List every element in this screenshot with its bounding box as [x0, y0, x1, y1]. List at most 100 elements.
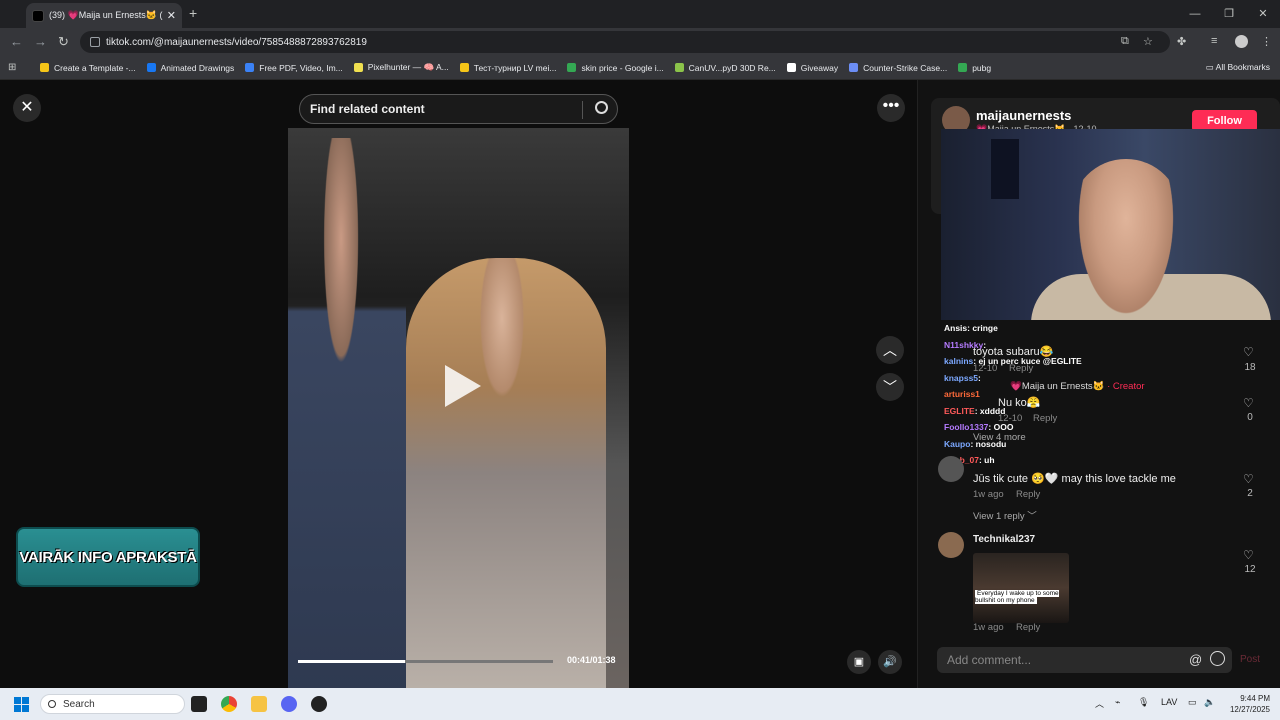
- like-count: 18: [1244, 362, 1256, 373]
- bookmark-favicon: [353, 63, 363, 72]
- close-tab-icon[interactable]: ✕: [167, 9, 176, 22]
- commenter-avatar[interactable]: [938, 532, 964, 558]
- bookmark-item[interactable]: Animated Drawings: [146, 63, 234, 73]
- bookmark-item[interactable]: Pixelhunter — 🧠 A...: [353, 62, 449, 73]
- microphone-icon[interactable]: 🎙: [1138, 697, 1149, 708]
- video-subject-left: [288, 138, 406, 688]
- commenter-name[interactable]: Technikal237: [973, 534, 1035, 545]
- more-options-icon[interactable]: •••: [877, 94, 905, 122]
- video-progress-fill: [298, 660, 406, 663]
- chrome-icon[interactable]: [221, 696, 237, 712]
- reply-reply-link[interactable]: Reply: [1033, 413, 1057, 424]
- chat-line: Ansis: cringe: [944, 323, 998, 333]
- streamer-webcam-overlay: [941, 129, 1280, 320]
- previous-video-icon[interactable]: ︿: [876, 336, 904, 364]
- comment-reply-link[interactable]: Reply: [1009, 363, 1033, 374]
- display-icon[interactable]: ▭: [1188, 697, 1197, 708]
- windows-start-icon[interactable]: [14, 697, 29, 712]
- taskbar-search-label: Search: [63, 698, 95, 710]
- comment-image[interactable]: Everyday I wake up to some bullshit on m…: [973, 553, 1069, 623]
- site-info-icon[interactable]: [90, 37, 100, 47]
- mention-icon[interactable]: @: [1189, 652, 1202, 667]
- search-icon: [48, 700, 56, 708]
- comment-date: 1w ago: [973, 622, 1004, 633]
- like-heart-icon[interactable]: ♡: [1243, 548, 1254, 562]
- obs-icon[interactable]: [311, 696, 327, 712]
- video-time: 00:41/01:38: [567, 655, 616, 665]
- bookmark-item[interactable]: pubg: [958, 63, 991, 73]
- media-icon[interactable]: ≡: [1211, 35, 1217, 47]
- extensions-icon[interactable]: ✤: [1177, 35, 1186, 48]
- view-more-replies[interactable]: View 4 more: [973, 432, 1026, 443]
- apps-grid-icon[interactable]: ⊞: [8, 62, 22, 73]
- speaker-icon[interactable]: 🔈: [1204, 697, 1215, 708]
- post-button[interactable]: Post: [1240, 654, 1260, 665]
- new-tab-icon[interactable]: +: [189, 5, 197, 21]
- bookmark-favicon: [958, 63, 968, 72]
- close-window-icon[interactable]: ✕: [1246, 0, 1280, 28]
- view-replies[interactable]: View 1 reply ﹀: [973, 508, 1037, 522]
- network-icon[interactable]: ⌁: [1115, 697, 1120, 708]
- comment-date: 1w ago: [973, 489, 1004, 500]
- menu-kebab-icon[interactable]: ⋮: [1261, 35, 1272, 48]
- address-bar[interactable]: tiktok.com/@maijaunernests/video/7585488…: [80, 31, 1170, 53]
- search-input[interactable]: Find related content: [299, 94, 618, 124]
- search-icon[interactable]: [595, 101, 608, 114]
- commenter-avatar[interactable]: [938, 456, 964, 482]
- like-heart-icon[interactable]: ♡: [1243, 472, 1254, 486]
- comment-text: Jūs tik cute 🥺🤍 may this love tackle me: [973, 473, 1176, 485]
- bookmark-item[interactable]: Free PDF, Video, Im...: [245, 63, 343, 73]
- emoji-icon[interactable]: [1210, 651, 1225, 666]
- bookmark-favicon: [674, 63, 684, 72]
- bookmark-item[interactable]: Giveaway: [786, 63, 838, 73]
- maximize-icon[interactable]: ❐: [1212, 0, 1246, 28]
- comment-reply-link[interactable]: Reply: [1016, 489, 1040, 500]
- bookmark-item[interactable]: Тест-турнир LV mei...: [459, 63, 556, 73]
- window-controls: — ❐ ✕: [1178, 0, 1280, 28]
- reload-icon[interactable]: ↻: [58, 34, 69, 50]
- all-bookmarks[interactable]: ▭ All Bookmarks: [1206, 62, 1270, 73]
- comment-reply-link[interactable]: Reply: [1016, 622, 1040, 633]
- discord-icon[interactable]: [281, 696, 297, 712]
- taskbar-search[interactable]: Search: [40, 694, 185, 714]
- url-text: tiktok.com/@maijaunernests/video/7585488…: [106, 36, 367, 48]
- comment-date: 12-10: [973, 363, 998, 374]
- like-count: 0: [1247, 412, 1253, 423]
- browser-tab[interactable]: (39) 💗Maija un Ernests🐱 (@m ✕: [26, 3, 182, 28]
- bookmark-favicon: [786, 63, 796, 72]
- install-icon[interactable]: ⧉: [1121, 35, 1129, 48]
- float-player-icon[interactable]: ▣: [847, 650, 871, 674]
- play-icon[interactable]: [445, 365, 481, 407]
- stream-chat-overlay: Ansis: cringe N11shkky: kalnins: ej un p…: [944, 320, 1144, 469]
- bookmark-item[interactable]: skin price - Google i...: [567, 63, 664, 73]
- comment-text: toyota subaru😂: [973, 346, 1054, 358]
- next-video-icon[interactable]: ﹀: [876, 373, 904, 401]
- bookmark-favicon: [40, 63, 49, 72]
- like-heart-icon[interactable]: ♡: [1243, 345, 1254, 359]
- profile-avatar[interactable]: [1235, 35, 1248, 48]
- reply-author[interactable]: 💗Maija un Ernests🐱 · Creator: [1010, 381, 1145, 392]
- bookmark-item[interactable]: Create a Template -...: [40, 63, 136, 73]
- comment-input[interactable]: Add comment...: [937, 647, 1232, 673]
- video-progress-bar[interactable]: [298, 660, 553, 663]
- minimize-icon[interactable]: —: [1178, 0, 1212, 28]
- forward-icon[interactable]: →: [34, 34, 47, 49]
- video-player[interactable]: [288, 128, 629, 688]
- tab-title: (39) 💗Maija un Ernests🐱 (@m: [49, 10, 163, 20]
- search-placeholder: Find related content: [310, 102, 425, 116]
- keyboard-language[interactable]: LAV: [1161, 697, 1177, 707]
- taskbar-clock[interactable]: 9:44 PM 12/27/2025: [1226, 693, 1270, 715]
- bookmark-item[interactable]: Counter-Strike Case...: [849, 63, 947, 73]
- tray-chevron-icon[interactable]: ︿: [1095, 697, 1104, 710]
- like-heart-icon[interactable]: ♡: [1243, 396, 1254, 410]
- bookmark-item[interactable]: CanUV...pyD 30D Re...: [674, 63, 776, 73]
- bookmark-star-icon[interactable]: ☆: [1143, 35, 1153, 48]
- like-count: 2: [1247, 488, 1253, 499]
- task-view-icon[interactable]: [191, 696, 207, 712]
- back-icon[interactable]: ←: [10, 34, 23, 49]
- close-icon[interactable]: ✕: [13, 94, 41, 122]
- author-name[interactable]: maijaunernests: [976, 108, 1071, 123]
- chat-line: noob_07: uh: [944, 455, 995, 465]
- file-explorer-icon[interactable]: [251, 696, 267, 712]
- volume-icon[interactable]: 🔊: [878, 650, 902, 674]
